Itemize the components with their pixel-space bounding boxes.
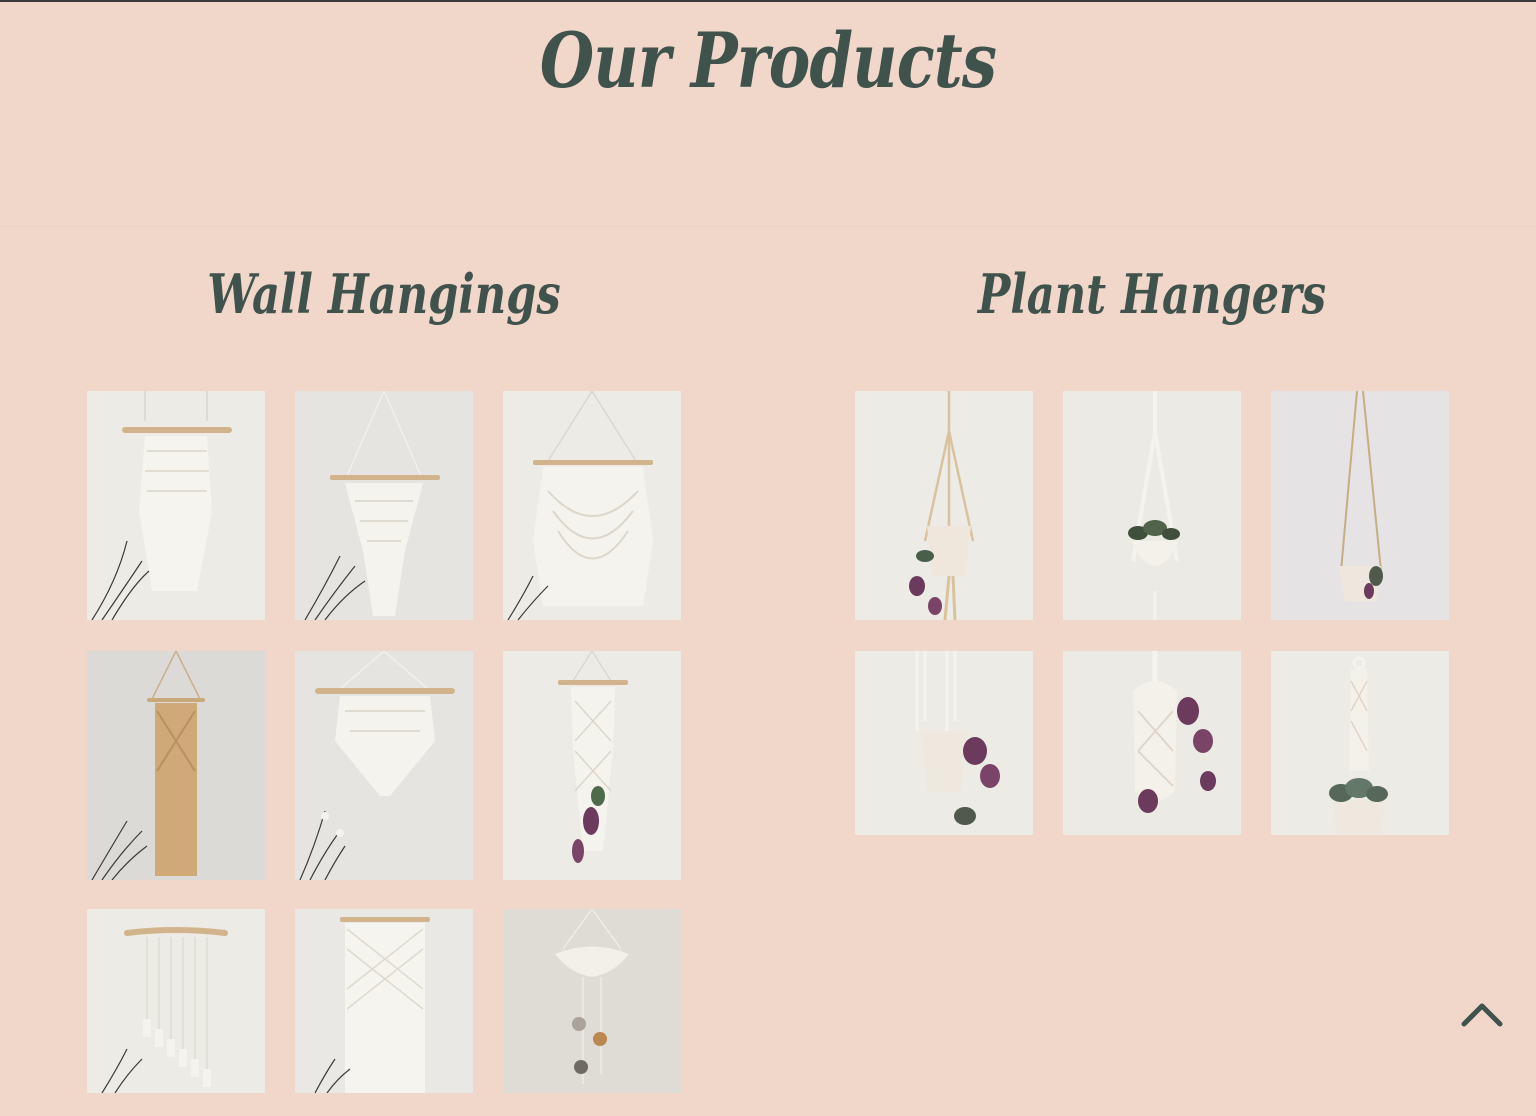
wall-hanging-thumb[interactable] [87, 909, 265, 1093]
wall-hanging-thumb[interactable] [295, 651, 473, 880]
wall-hanging-thumb[interactable] [87, 391, 265, 620]
macrame-wall-hanging-image [87, 909, 265, 1093]
top-rule [0, 0, 1536, 2]
macrame-wall-hanging-image [295, 391, 473, 620]
plant-hanger-thumb[interactable] [855, 391, 1033, 620]
plant-hanger-thumb[interactable] [1271, 391, 1449, 620]
macrame-wall-hanging-image [295, 909, 473, 1093]
chevron-up-icon [1461, 1003, 1503, 1027]
section-title-plant-hangers: Plant Hangers [977, 262, 1327, 326]
macrame-wall-hanging-image [503, 391, 681, 620]
macrame-plant-hanger-image [1271, 651, 1449, 835]
macrame-plant-hanger-image [855, 391, 1033, 620]
plant-hanger-thumb[interactable] [855, 651, 1033, 835]
wall-hanging-thumb[interactable] [503, 909, 681, 1093]
macrame-plant-hanger-image [1063, 391, 1241, 620]
scroll-to-top-button[interactable] [1458, 994, 1506, 1034]
macrame-wall-hanging-image [503, 651, 681, 880]
macrame-wall-hanging-image [295, 651, 473, 880]
wall-hanging-thumb[interactable] [295, 391, 473, 620]
macrame-wall-hanging-image [503, 909, 681, 1093]
macrame-plant-hanger-image [1063, 651, 1241, 835]
wall-hanging-thumb[interactable] [503, 391, 681, 620]
plant-hanger-thumb[interactable] [1063, 651, 1241, 835]
macrame-plant-hanger-image [855, 651, 1033, 835]
wall-hanging-thumb[interactable] [295, 909, 473, 1093]
page-title: Our Products [539, 16, 997, 105]
section-title-wall-hangings: Wall Hangings [207, 262, 561, 326]
macrame-wall-hanging-image [87, 651, 265, 880]
plant-hanger-thumb[interactable] [1063, 391, 1241, 620]
wall-hanging-thumb[interactable] [87, 651, 265, 880]
macrame-wall-hanging-image [87, 391, 265, 620]
wall-hanging-thumb[interactable] [503, 651, 681, 880]
section-divider [0, 226, 1536, 227]
plant-hanger-thumb[interactable] [1271, 651, 1449, 835]
macrame-plant-hanger-image [1271, 391, 1449, 620]
